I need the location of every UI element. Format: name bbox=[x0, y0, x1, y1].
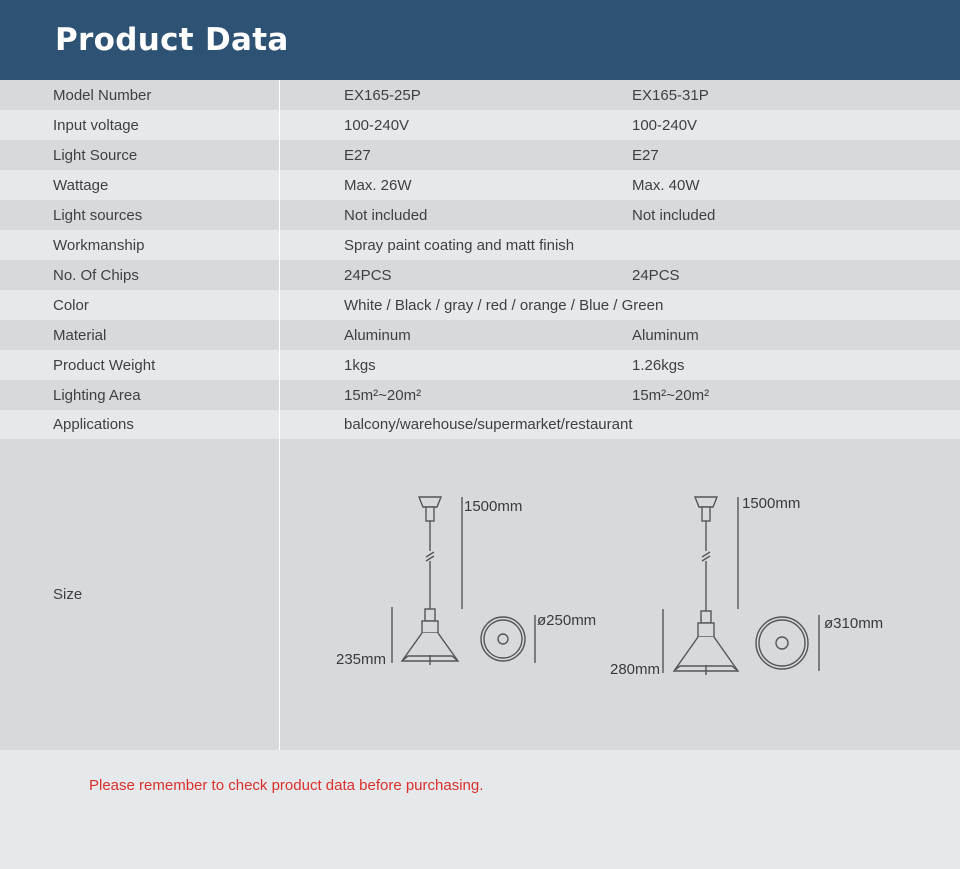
value-model-b: 15m²~20m² bbox=[632, 386, 710, 404]
value-model-a: 24PCS bbox=[344, 266, 392, 284]
value-model-a: E27 bbox=[344, 146, 371, 164]
table-row: Light sources Not included Not included bbox=[0, 200, 960, 230]
lamp-a-cable-length: 1500mm bbox=[464, 498, 522, 515]
row-label: Product Weight bbox=[0, 350, 280, 380]
value-model-a: EX165-25P bbox=[344, 86, 421, 104]
row-label: Model Number bbox=[0, 80, 280, 110]
value-shared: Spray paint coating and matt finish bbox=[344, 236, 575, 254]
value-model-a: Max. 26W bbox=[344, 176, 412, 194]
table-row: Lighting Area 15m²~20m² 15m²~20m² bbox=[0, 380, 960, 410]
value-model-a: 15m²~20m² bbox=[344, 386, 422, 404]
table-row: Material Aluminum Aluminum bbox=[0, 320, 960, 350]
row-label: Applications bbox=[0, 410, 280, 439]
row-label: Input voltage bbox=[0, 110, 280, 140]
dimension-drawing: 1500mm 235mm ø250mm 1500mm 280mm ø310mm bbox=[336, 495, 883, 678]
purchase-notice: Please remember to check product data be… bbox=[89, 777, 484, 794]
row-label: Wattage bbox=[0, 170, 280, 200]
lamp-b-diameter: ø310mm bbox=[824, 615, 883, 632]
value-model-a: 1kgs bbox=[344, 356, 376, 374]
lamp-b-height: 280mm bbox=[610, 661, 660, 678]
row-label: Size bbox=[0, 439, 280, 750]
row-label: Workmanship bbox=[0, 230, 280, 260]
spec-table: Model Number EX165-25P EX165-31P Input v… bbox=[0, 80, 960, 750]
size-drawings: 1500mm 235mm ø250mm 1500mm 280mm ø310mm bbox=[280, 439, 960, 750]
table-row: Light Source E27 E27 bbox=[0, 140, 960, 170]
table-row: No. Of Chips 24PCS 24PCS bbox=[0, 260, 960, 290]
lamp-b-cable-length: 1500mm bbox=[742, 495, 800, 512]
table-row: Model Number EX165-25P EX165-31P bbox=[0, 80, 960, 110]
value-model-b: 100-240V bbox=[632, 116, 698, 134]
lamp-a-height: 235mm bbox=[336, 651, 386, 668]
table-row: Input voltage 100-240V 100-240V bbox=[0, 110, 960, 140]
value-model-b: Not included bbox=[632, 206, 716, 224]
table-row: Wattage Max. 26W Max. 40W bbox=[0, 170, 960, 200]
value-model-b: EX165-31P bbox=[632, 86, 709, 104]
row-label: Light sources bbox=[0, 200, 280, 230]
row-label: Color bbox=[0, 290, 280, 320]
table-row: Color White / Black / gray / red / orang… bbox=[0, 290, 960, 320]
value-shared: White / Black / gray / red / orange / Bl… bbox=[344, 296, 664, 314]
size-row: Size 1500mm 235mm ø250mm 1500mm 280mm ø3… bbox=[0, 439, 960, 750]
value-model-a: Aluminum bbox=[344, 326, 411, 344]
value-model-b: 24PCS bbox=[632, 266, 680, 284]
row-label: Lighting Area bbox=[0, 380, 280, 410]
table-row: Applications balcony/warehouse/supermark… bbox=[0, 410, 960, 439]
page-title: Product Data bbox=[55, 22, 289, 58]
value-model-b: E27 bbox=[632, 146, 659, 164]
value-shared: balcony/warehouse/supermarket/restaurant bbox=[344, 416, 633, 433]
row-label: Material bbox=[0, 320, 280, 350]
value-model-b: 1.26kgs bbox=[632, 356, 685, 374]
value-model-a: 100-240V bbox=[344, 116, 410, 134]
lamp-a-drawing bbox=[391, 496, 536, 665]
row-label: Light Source bbox=[0, 140, 280, 170]
table-row: Workmanship Spray paint coating and matt… bbox=[0, 230, 960, 260]
header-banner: Product Data bbox=[0, 0, 960, 80]
lamp-b-drawing bbox=[662, 496, 820, 675]
value-model-a: Not included bbox=[344, 206, 428, 224]
value-model-b: Max. 40W bbox=[632, 176, 700, 194]
table-row: Product Weight 1kgs 1.26kgs bbox=[0, 350, 960, 380]
lamp-a-diameter: ø250mm bbox=[537, 612, 596, 629]
row-label: No. Of Chips bbox=[0, 260, 280, 290]
value-model-b: Aluminum bbox=[632, 326, 699, 344]
